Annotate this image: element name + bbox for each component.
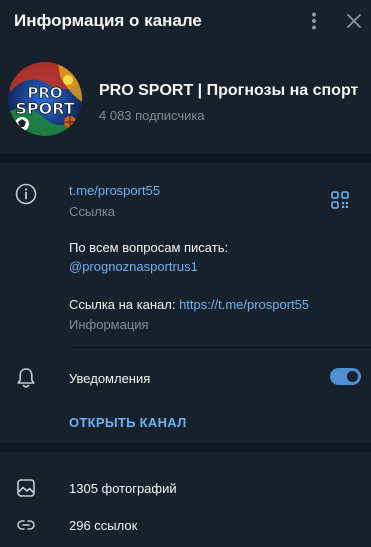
media-links-label: 296 ссылок xyxy=(69,518,138,533)
svg-text:SPORT: SPORT xyxy=(15,99,74,118)
channel-description: По всем вопросам писать: @prognoznasport… xyxy=(69,238,309,314)
close-icon xyxy=(347,14,361,28)
qr-code-icon xyxy=(331,191,349,209)
notifications-section: Уведомления ОТКРЫТЬ КАНАЛ xyxy=(0,348,371,443)
media-photos-label: 1305 фотографий xyxy=(69,481,177,496)
notifications-label: Уведомления xyxy=(69,371,151,386)
media-photos-row[interactable]: 1305 фотографий xyxy=(0,470,371,506)
contact-mention-link[interactable]: @prognoznasportrus1 xyxy=(69,257,309,276)
channel-profile: PRO SPORT PRO SPORT | Прогнозы на спорт … xyxy=(0,42,371,154)
close-button[interactable] xyxy=(342,9,366,33)
panel-title: Информация о канале xyxy=(14,11,202,30)
photo-icon xyxy=(17,479,35,497)
channel-link-label: Ссылка xyxy=(69,204,116,219)
channel-info-section: t.me/prosport55 Ссылка По всем вопросам … xyxy=(0,163,371,347)
section-divider xyxy=(0,443,371,452)
media-links-row[interactable]: 296 ссылок xyxy=(0,507,371,543)
more-menu-button[interactable] xyxy=(304,8,324,34)
description-line: По всем вопросам писать: xyxy=(69,240,229,255)
panel-header: Информация о канале xyxy=(0,0,371,42)
toggle-knob xyxy=(345,369,360,384)
sport-logo-icon: PRO SPORT xyxy=(8,62,82,136)
notifications-toggle[interactable] xyxy=(330,368,361,385)
open-channel-button[interactable]: ОТКРЫТЬ КАНАЛ xyxy=(69,415,187,430)
channel-link[interactable]: t.me/prosport55 xyxy=(69,183,160,198)
more-vertical-icon xyxy=(312,12,316,30)
description-label: Информация xyxy=(69,317,149,332)
qr-code-button[interactable] xyxy=(330,190,350,210)
subscriber-count: 4 083 подписчика xyxy=(99,108,205,123)
channel-name: PRO SPORT | Прогнозы на спорт xyxy=(99,82,359,99)
link-icon xyxy=(17,520,35,530)
bell-icon xyxy=(17,368,35,388)
channel-avatar[interactable]: PRO SPORT xyxy=(8,62,82,136)
description-line: Ссылка на канал: https://t.me/prosport55 xyxy=(69,295,309,314)
description-text: Ссылка на канал: xyxy=(69,297,180,312)
channel-url-link[interactable]: https://t.me/prosport55 xyxy=(179,297,309,312)
info-icon xyxy=(15,183,37,205)
section-divider xyxy=(0,154,371,163)
